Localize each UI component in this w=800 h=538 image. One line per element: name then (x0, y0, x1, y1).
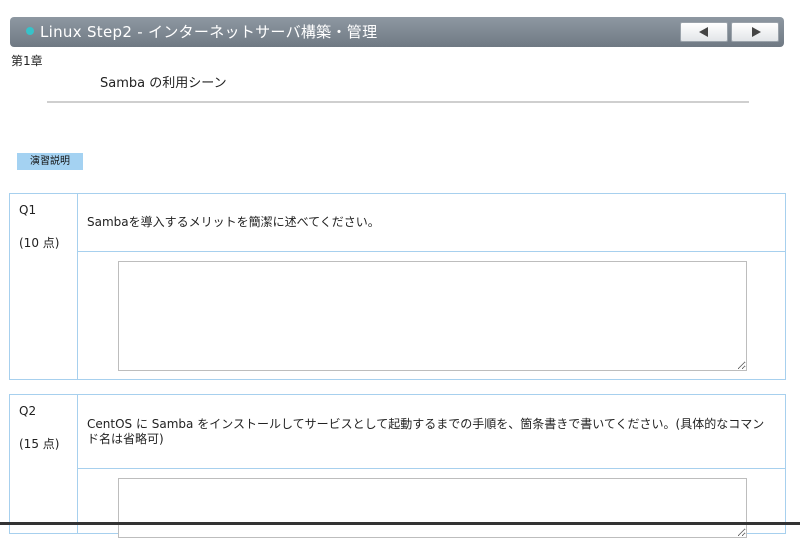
question-label-cell: Q2 (15 点) (10, 395, 78, 533)
question-text-label: Sambaを導入するメリットを簡潔に述べてください。 (87, 215, 380, 229)
question-text: CentOS に Samba をインストールしてサービスとして起動するまでの手順… (77, 395, 785, 469)
question-box-q2: Q2 (15 点) CentOS に Samba をインストールしてサービスとし… (9, 394, 786, 538)
course-title: Linux Step2 - インターネットサーバ構築・管理 (40, 23, 378, 41)
prev-page-button[interactable] (680, 22, 728, 42)
question-number: Q1 (19, 203, 37, 217)
title-divider (47, 101, 749, 103)
answer-textarea-q1[interactable] (118, 261, 747, 371)
question-points: (15 点) (19, 437, 60, 451)
header-bar: Linux Step2 - インターネットサーバ構築・管理 (10, 17, 784, 47)
question-text: Sambaを導入するメリットを簡潔に述べてください。 (77, 194, 785, 252)
chapter-label: 第1章 (11, 54, 43, 68)
question-points: (10 点) (19, 236, 60, 250)
exercise-badge: 演習説明 (17, 153, 83, 170)
triangle-left-icon (699, 27, 708, 37)
question-box-q1: Q1 (10 点) Sambaを導入するメリットを簡潔に述べてください。 (9, 193, 786, 380)
page-title: Samba の利用シーン (100, 76, 227, 91)
next-page-button[interactable] (731, 22, 779, 42)
bullet-icon (26, 27, 34, 35)
question-text-label: CentOS に Samba をインストールしてサービスとして起動するまでの手順… (87, 417, 765, 446)
triangle-right-icon (752, 27, 761, 37)
question-number: Q2 (19, 404, 37, 418)
question-label-cell: Q1 (10 点) (10, 194, 78, 379)
answer-textarea-q2[interactable] (118, 478, 747, 538)
